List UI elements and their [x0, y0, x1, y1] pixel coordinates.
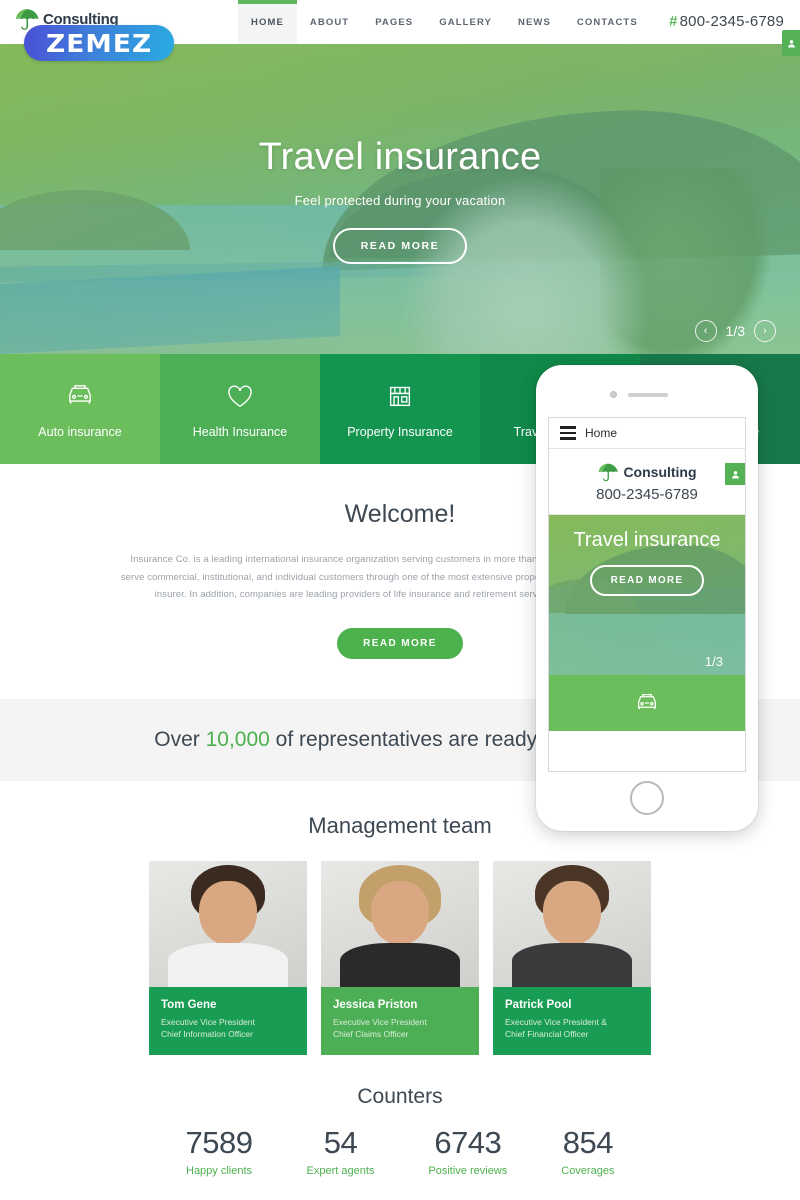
slider-navigation: ‹ 1/3 › [694, 320, 776, 342]
team-member-card[interactable]: Tom Gene Executive Vice President Chief … [149, 860, 307, 1056]
counters-section: Counters 7589 Happy clients 54 Expert ag… [0, 1055, 800, 1177]
nav-item-gallery[interactable]: GALLERY [426, 0, 505, 44]
nav-item-contacts[interactable]: CONTACTS [564, 0, 651, 44]
counter-label: Coverages [561, 1165, 615, 1178]
counters-grid: 7589 Happy clients 54 Expert agents 6743… [0, 1125, 800, 1177]
team-member-card[interactable]: Jessica Priston Executive Vice President… [321, 860, 479, 1056]
heart-icon [228, 385, 252, 407]
team-member-photo [493, 860, 651, 987]
service-tile-property[interactable]: Property Insurance [320, 354, 480, 464]
service-tile-auto[interactable]: Auto insurance [0, 354, 160, 464]
team-member-name: Jessica Priston [333, 998, 418, 1011]
team-member-role: Executive Vice President Chief Claims Of… [333, 1016, 427, 1040]
phone-user-account-button[interactable] [725, 463, 745, 485]
phone-mockup: Home Consulting 800-2345-6789 Travel ins… [536, 365, 758, 831]
cta-prefix: Over [154, 727, 206, 751]
team-member-photo [321, 860, 479, 987]
counter-value: 6743 [434, 1125, 502, 1161]
counter-label: Positive reviews [428, 1165, 508, 1178]
chevron-right-icon[interactable]: › [754, 320, 776, 342]
counter-label: Expert agents [306, 1165, 375, 1178]
counter-item: 854 Coverages [561, 1125, 614, 1177]
phone-logo-area: Consulting 800-2345-6789 [549, 449, 745, 515]
phone-hero-read-more-button[interactable]: READ MORE [589, 564, 705, 596]
welcome-read-more-button[interactable]: READ MORE [337, 627, 463, 659]
counter-label: Happy clients [186, 1165, 253, 1178]
team-member-name: Patrick Pool [505, 998, 572, 1011]
zemez-badge[interactable]: ZEMEZ [24, 25, 174, 61]
team-member-info: Tom Gene Executive Vice President Chief … [149, 986, 307, 1056]
cta-highlight: 10,000 [205, 727, 270, 751]
service-tile-health[interactable]: Health Insurance [160, 354, 320, 464]
person-icon [731, 470, 739, 478]
team-member-info: Patrick Pool Executive Vice President & … [493, 986, 651, 1056]
counter-value: 7589 [185, 1125, 253, 1161]
phone-hero-title: Travel insurance [573, 529, 721, 551]
person-icon [787, 39, 795, 47]
phone-camera-icon [610, 391, 617, 398]
team-member-photo [149, 860, 307, 987]
team-member-role: Executive Vice President & Chief Financi… [505, 1016, 607, 1040]
header-phone-number[interactable]: #800-2345-6789 [669, 13, 784, 30]
nav-item-pages[interactable]: PAGES [362, 0, 426, 44]
nav-item-news[interactable]: NEWS [505, 0, 564, 44]
counters-title: Counters [357, 1085, 443, 1109]
hero-subtitle: Feel protected during your vacation [294, 193, 506, 208]
team-grid: Tom Gene Executive Vice President Chief … [0, 860, 800, 1056]
team-member-role: Executive Vice President Chief Informati… [161, 1016, 255, 1040]
phone-hero-slider: Travel insurance READ MORE 1/3 [549, 515, 745, 675]
car-icon [637, 693, 657, 710]
phone-number-text: 800-2345-6789 [679, 13, 784, 30]
phone-screen: Home Consulting 800-2345-6789 Travel ins… [548, 417, 746, 772]
zemez-badge-text: ZEMEZ [45, 28, 153, 58]
phone-mockup-number[interactable]: 800-2345-6789 [596, 486, 698, 503]
phone-speaker [628, 393, 668, 397]
phone-slide-counter: 1/3 [704, 654, 723, 669]
store-icon [389, 386, 411, 407]
hero-title: Travel insurance [258, 136, 542, 178]
phone-menu-label: Home [585, 426, 618, 440]
nav-item-home[interactable]: HOME [238, 0, 297, 44]
phone-service-tile-auto[interactable] [549, 675, 745, 731]
hero-content: Travel insurance Feel protected during y… [0, 44, 800, 264]
umbrella-icon [599, 463, 619, 481]
counter-value: 854 [562, 1125, 614, 1161]
hero-read-more-button[interactable]: READ MORE [332, 228, 468, 264]
counter-item: 54 Expert agents [307, 1125, 375, 1177]
nav-item-about[interactable]: ABOUT [297, 0, 362, 44]
counter-item: 7589 Happy clients [186, 1125, 253, 1177]
phone-brand-text: Consulting [623, 463, 697, 480]
team-member-info: Jessica Priston Executive Vice President… [321, 986, 479, 1056]
service-label: Health Insurance [192, 425, 288, 439]
hero-slider: Travel insurance Feel protected during y… [0, 44, 800, 354]
counter-item: 6743 Positive reviews [428, 1125, 507, 1177]
service-label: Auto insurance [38, 425, 122, 439]
user-account-button[interactable] [782, 30, 800, 56]
phone-home-button[interactable] [630, 781, 664, 815]
phone-menu-bar[interactable]: Home [549, 418, 745, 449]
main-navigation: HOME ABOUT PAGES GALLERY NEWS CONTACTS [238, 0, 651, 44]
chevron-left-icon[interactable]: ‹ [694, 320, 717, 342]
page-root: Consulting HOME ABOUT PAGES GALLERY NEWS… [0, 0, 800, 1200]
hash-icon: # [669, 13, 678, 30]
car-icon [69, 385, 91, 404]
team-member-name: Tom Gene [161, 998, 217, 1011]
team-member-card[interactable]: Patrick Pool Executive Vice President & … [493, 860, 651, 1056]
counter-value: 54 [323, 1125, 358, 1161]
service-label: Property Insurance [347, 425, 453, 439]
slide-counter: 1/3 [725, 323, 745, 339]
hamburger-icon[interactable] [560, 426, 576, 440]
